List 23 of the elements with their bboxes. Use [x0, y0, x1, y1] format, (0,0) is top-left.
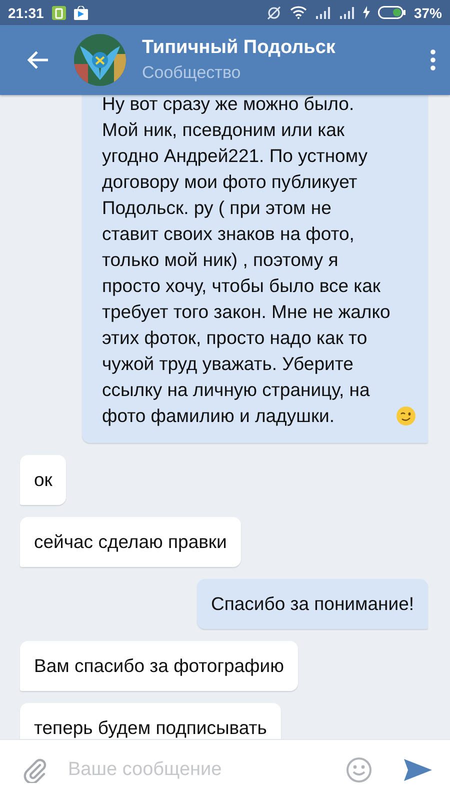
signal-icon: [314, 6, 331, 18]
chat-title: Типичный Подольск: [142, 37, 336, 59]
clock-time: 21:31: [8, 4, 44, 20]
battery-app-icon: [52, 6, 66, 20]
send-button[interactable]: [404, 759, 432, 781]
emoji-button[interactable]: [346, 757, 372, 783]
message-text: Ну вот сразу же можно было. Мой ник, псевдоним или как угодно Андрей221. По устному договору мои фото публикует Подольск. ру ( при этом не ставит своих знаков на фото, только мой ник) , поэтому я просто хочу, чтобы было все как требует того закон. Мне не жалко этих фоток, просто надо как то чужой труд уважать. Уберите ссылку на личную страницу, на фото фамилию и ладушки.: [102, 95, 392, 428]
charging-icon: [362, 6, 370, 19]
wifi-icon: [290, 6, 307, 19]
signal-icon: [338, 6, 355, 18]
incoming-message: Вам спасибо за фотографию: [20, 641, 298, 691]
incoming-message: ок: [20, 455, 66, 505]
chat-subtitle: Сообщество: [142, 63, 242, 83]
incoming-message: сейчас сделаю правки: [20, 517, 241, 567]
wink-emoji-icon: [396, 406, 416, 426]
store-bag-icon: [74, 6, 88, 20]
battery-percent: 37%: [414, 4, 442, 20]
incoming-message: теперь будем подписывать: [20, 703, 281, 739]
outgoing-message: Спасибо за понимание!: [196, 579, 428, 629]
battery-icon: [378, 6, 406, 19]
more-menu-icon[interactable]: [430, 49, 436, 71]
attach-button[interactable]: [22, 757, 48, 783]
avatar-icon: [74, 34, 126, 86]
